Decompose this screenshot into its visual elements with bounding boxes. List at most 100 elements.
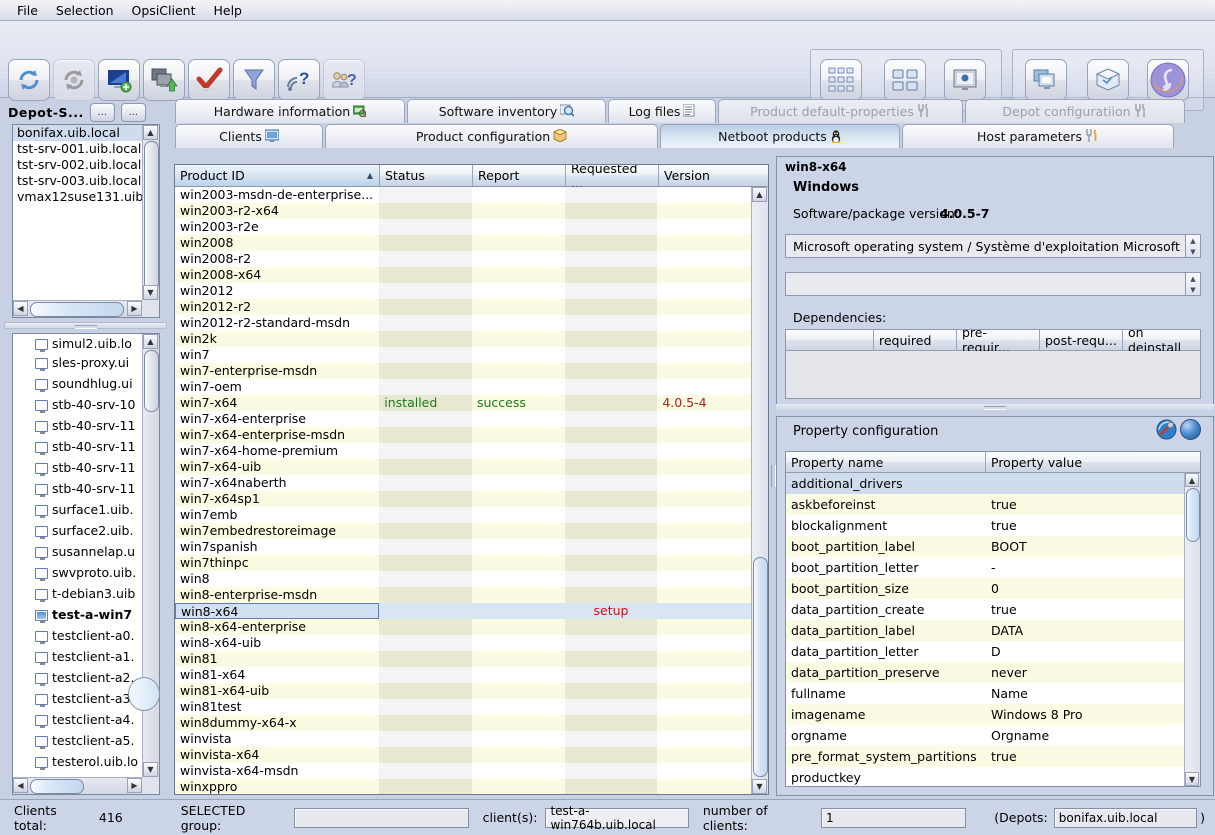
scroll-left-arrow[interactable]: ◀: [13, 301, 28, 316]
client-tree-item[interactable]: testclient-a1.: [13, 646, 142, 667]
table-row[interactable]: win8dummy-x64-x: [175, 715, 752, 731]
property-row[interactable]: productkey: [786, 767, 1185, 786]
remote-control-button[interactable]: [1025, 59, 1067, 101]
copy-client-button[interactable]: [143, 59, 185, 101]
create-client-button[interactable]: [98, 59, 140, 101]
table-row[interactable]: win7spanish: [175, 539, 752, 555]
table-row[interactable]: win2008-r2: [175, 251, 752, 267]
client-tree-item[interactable]: stb-40-srv-11: [13, 478, 142, 499]
cell-property-value[interactable]: [986, 767, 1184, 786]
property-table-vertical-scrollbar[interactable]: ▲ ▼: [1184, 473, 1200, 786]
scroll-right-arrow[interactable]: ▶: [127, 301, 142, 316]
table-row[interactable]: win7emb: [175, 507, 752, 523]
column-header-report[interactable]: Report: [473, 165, 566, 186]
spinner-down-icon[interactable]: ▼: [1186, 246, 1200, 257]
tab-host-parameters[interactable]: Host parameters: [902, 124, 1174, 148]
dep-column-name[interactable]: [786, 330, 874, 350]
client-tree-item[interactable]: surface1.uib.: [13, 499, 142, 520]
filter-button[interactable]: [233, 59, 275, 101]
scrollbar-thumb[interactable]: [753, 557, 768, 777]
scrollbar-thumb[interactable]: [30, 302, 124, 317]
column-header-requested[interactable]: Requested ...: [566, 165, 659, 191]
client-tree-item[interactable]: stb-40-srv-11: [13, 415, 142, 436]
table-row[interactable]: win2003-r2-x64: [175, 203, 752, 219]
apply-button[interactable]: [188, 59, 230, 101]
depot-list-item[interactable]: bonifax.uib.local: [13, 125, 142, 141]
table-row[interactable]: win2012-r2-standard-msdn: [175, 315, 752, 331]
table-row[interactable]: win8-x64 setup: [175, 603, 752, 619]
scroll-down-arrow[interactable]: ▼: [143, 762, 158, 777]
scroll-left-arrow[interactable]: ◀: [13, 778, 28, 793]
table-row[interactable]: winvista: [175, 731, 752, 747]
table-row[interactable]: win2008: [175, 235, 752, 251]
scroll-down-arrow[interactable]: ▼: [143, 285, 158, 300]
reload-licenses-button[interactable]: [53, 59, 95, 101]
table-row[interactable]: winvista-x64-msdn: [175, 763, 752, 779]
wake-on-lan-button[interactable]: ?: [278, 59, 320, 101]
table-row[interactable]: winvista-x64: [175, 747, 752, 763]
dep-column-required[interactable]: required: [874, 330, 957, 350]
scroll-up-arrow[interactable]: ▲: [752, 187, 767, 202]
table-row[interactable]: win8-x64-enterprise: [175, 619, 752, 635]
property-row[interactable]: fullname Name: [786, 683, 1185, 704]
show-all-clients-button[interactable]: [820, 59, 862, 101]
spinner-up-icon[interactable]: ▲: [1186, 273, 1200, 284]
cell-property-value[interactable]: true: [986, 599, 1184, 620]
menu-item-opsiclient[interactable]: OpsiClient: [123, 1, 205, 20]
table-row[interactable]: win2012-r2: [175, 299, 752, 315]
client-tree[interactable]: simul2.uib.lo sles-proxy.ui soundhlug.ui…: [12, 333, 160, 795]
table-row[interactable]: win8-x64-uib: [175, 635, 752, 651]
cell-property-value[interactable]: true: [986, 515, 1184, 536]
table-row[interactable]: win2012: [175, 283, 752, 299]
property-row[interactable]: data_partition_letter D: [786, 641, 1185, 662]
client-tree-item[interactable]: testclient-a2.: [13, 667, 142, 688]
scroll-down-arrow[interactable]: ▼: [752, 779, 767, 794]
table-row[interactable]: win7-enterprise-msdn: [175, 363, 752, 379]
spinner-down-icon[interactable]: ▼: [1186, 284, 1200, 295]
table-row[interactable]: win2008-x64: [175, 267, 752, 283]
table-row[interactable]: win7thinpc: [175, 555, 752, 571]
cell-property-value[interactable]: DATA: [986, 620, 1184, 641]
column-header-status[interactable]: Status: [380, 165, 473, 186]
show-single-client-button[interactable]: [944, 59, 986, 101]
client-tree-item[interactable]: testclient-a5.: [13, 730, 142, 751]
user-help-button[interactable]: ?: [323, 59, 365, 101]
cell-property-value[interactable]: 0: [986, 578, 1184, 599]
number-of-clients-field[interactable]: 1: [820, 807, 967, 828]
client-tree-item[interactable]: t-debian3.uib: [13, 583, 142, 604]
scrollbar-thumb[interactable]: [1186, 488, 1200, 542]
table-row[interactable]: win7-x64-enterprise-msdn: [175, 427, 752, 443]
tab-log-files[interactable]: Log files: [608, 99, 716, 123]
property-row[interactable]: imagename Windows 8 Pro: [786, 704, 1185, 725]
client-tree-item[interactable]: soundhlug.ui: [13, 373, 142, 394]
cell-property-value[interactable]: D: [986, 641, 1184, 662]
depot-list-item[interactable]: vmax12suse131.uib.l: [13, 189, 142, 205]
dep-column-pre-required[interactable]: pre-requir...: [957, 325, 1040, 355]
client-tree-item[interactable]: sles-proxy.ui: [13, 352, 142, 373]
depot-list[interactable]: bonifax.uib.local tst-srv-001.uib.local …: [12, 124, 160, 318]
tab-software-inventory[interactable]: Software inventory: [407, 99, 606, 123]
cell-property-value[interactable]: [986, 473, 1184, 494]
depot-select-all-button[interactable]: ...: [89, 103, 115, 122]
client-tree-item[interactable]: swvproto.uib.: [13, 562, 142, 583]
table-row[interactable]: win7: [175, 347, 752, 363]
table-row[interactable]: win7embedrestoreimage: [175, 523, 752, 539]
column-header-version[interactable]: Version: [659, 165, 754, 186]
depot-list-vertical-scrollbar[interactable]: ▲ ▼: [142, 125, 159, 300]
client-tree-item[interactable]: stb-40-srv-11: [13, 436, 142, 457]
scrollbar-thumb[interactable]: [30, 779, 84, 794]
reload-button[interactable]: [8, 59, 50, 101]
table-row[interactable]: win8-enterprise-msdn: [175, 587, 752, 603]
property-row[interactable]: boot_partition_letter -: [786, 557, 1185, 578]
client-tree-item[interactable]: stb-40-srv-10: [13, 394, 142, 415]
tab-product-default-properties[interactable]: Product default-properties: [718, 99, 963, 123]
table-row[interactable]: win2003-msdn-de-enterprise...: [175, 187, 752, 203]
column-header-product-id[interactable]: Product ID ▲: [175, 165, 380, 186]
dep-column-on-deinstall[interactable]: on deinstall: [1123, 325, 1200, 355]
advice-spinner[interactable]: ▲ ▼: [1185, 273, 1200, 295]
scrollbar-thumb[interactable]: [144, 350, 159, 412]
table-row[interactable]: win7-oem: [175, 379, 752, 395]
table-row[interactable]: win81test: [175, 699, 752, 715]
dep-column-post-required[interactable]: post-requ...: [1040, 330, 1123, 350]
depot-list-item[interactable]: tst-srv-002.uib.local: [13, 157, 142, 173]
